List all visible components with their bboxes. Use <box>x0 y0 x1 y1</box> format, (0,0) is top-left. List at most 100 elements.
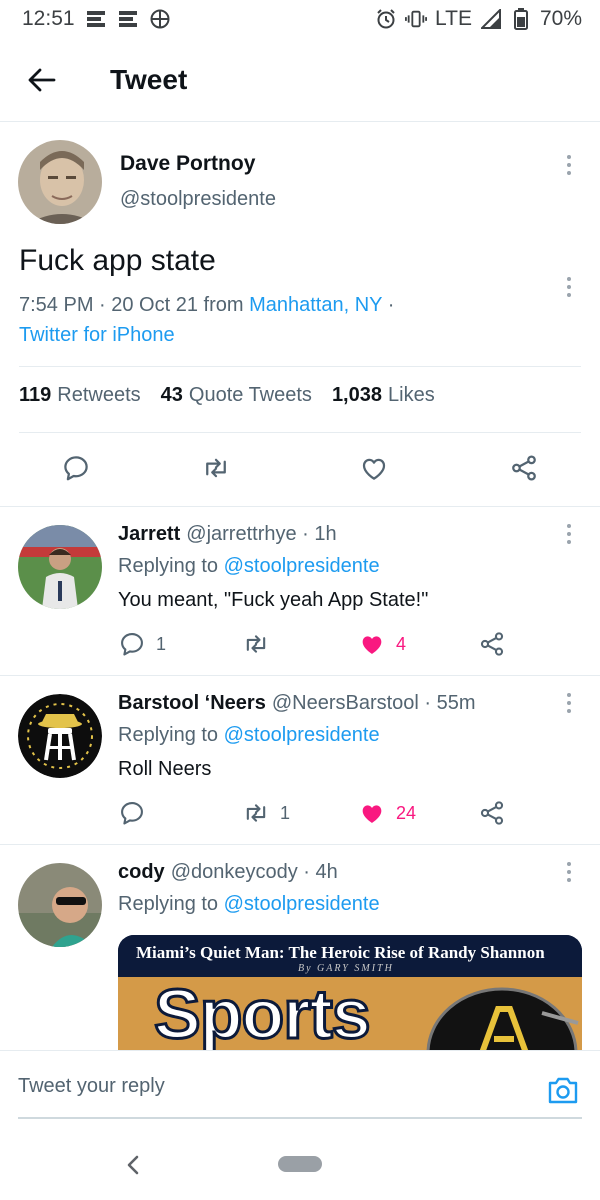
likes-label: Likes <box>388 384 435 406</box>
nav-back-button[interactable] <box>118 1150 148 1180</box>
like-button[interactable]: 24 <box>358 798 416 828</box>
battery-icon <box>510 8 532 30</box>
reply-composer: Tweet your reply <box>0 1050 600 1120</box>
reply-header: cody @donkeycody · 4h <box>118 861 338 884</box>
more-button[interactable] <box>554 519 584 549</box>
reply-button[interactable]: 1 <box>118 629 166 659</box>
replying-to-prefix: Replying to <box>118 555 224 577</box>
reply-author-name[interactable]: Jarrett <box>118 523 180 545</box>
reply-tweet[interactable]: Jarrett @jarrettrhye · 1h Replying to @st… <box>0 507 600 676</box>
reply-icon <box>121 802 143 825</box>
media-image[interactable]: Miami’s Quiet Man: The Heroic Rise of Ra… <box>118 935 582 1050</box>
app-header: Tweet <box>0 38 600 122</box>
status-time: 12:51 <box>22 7 75 30</box>
more-icon-dot <box>567 285 571 289</box>
tweet-timestamp: 7:54 PM · 20 Oct 21 from <box>19 294 250 316</box>
share-button[interactable] <box>504 448 544 488</box>
network-type: LTE <box>435 7 472 30</box>
back-arrow-icon <box>28 68 56 91</box>
replying-to-link[interactable]: @stoolpresidente <box>224 893 380 915</box>
divider <box>19 366 581 367</box>
chevron-left-icon <box>127 1155 139 1175</box>
avatar[interactable] <box>18 525 102 609</box>
quotes-stat[interactable]: 43 Quote Tweets <box>161 384 312 407</box>
vibrate-icon <box>405 8 427 30</box>
reply-author-name[interactable]: cody <box>118 861 165 883</box>
tweet-stats: 119 Retweets 43 Quote Tweets 1,038 Likes <box>19 384 435 407</box>
more-icon-dot <box>567 532 571 536</box>
share-button[interactable] <box>478 798 506 828</box>
more-icon-dot <box>567 540 571 544</box>
replying-to-link[interactable]: @stoolpresidente <box>224 724 380 746</box>
tweet-text: Fuck app state <box>19 244 216 277</box>
reply-icon <box>121 633 143 656</box>
retweet-button[interactable] <box>196 448 236 488</box>
more-icon <box>567 862 571 866</box>
reply-handle-time: @jarrettrhye · 1h <box>186 523 337 545</box>
retweet-button[interactable]: 1 <box>242 798 290 828</box>
more-icon-dot <box>567 171 571 175</box>
retweet-icon <box>246 804 266 822</box>
camera-button[interactable] <box>546 1073 580 1107</box>
likes-stat[interactable]: 1,038 Likes <box>332 384 435 407</box>
page-title: Tweet <box>110 63 188 95</box>
share-icon <box>480 801 504 825</box>
reply-icon <box>64 456 88 481</box>
reply-tweet[interactable]: cody @donkeycody · 4h Replying to @stoolp… <box>0 845 600 1050</box>
more-icon-dot <box>567 878 571 882</box>
reply-text: You meant, "Fuck yeah App State!" <box>118 589 429 611</box>
more-icon-dot <box>567 163 571 167</box>
reply-button[interactable] <box>118 798 156 828</box>
more-icon-dot <box>567 870 571 874</box>
like-icon <box>362 805 382 823</box>
share-button[interactable] <box>478 629 506 659</box>
reply-tweet[interactable]: Barstool ‘Neers @NeersBarstool · 55m Repl… <box>0 676 600 845</box>
more-button[interactable] <box>554 857 584 887</box>
reply-author-name[interactable]: Barstool ‘Neers <box>118 692 266 714</box>
retweet-count: 1 <box>280 802 291 823</box>
like-icon <box>362 636 382 654</box>
reply-button[interactable] <box>56 448 96 488</box>
basketball-icon <box>149 8 171 30</box>
more-button[interactable] <box>554 688 584 718</box>
avatar[interactable] <box>18 140 102 224</box>
replying-to: Replying to @stoolpresidente <box>118 893 380 916</box>
reply-text: Roll Neers <box>118 758 212 780</box>
alarm-icon <box>375 8 397 30</box>
espn-icon <box>85 8 107 30</box>
main-tweet: Dave Portnoy @stoolpresidente Fuck app s… <box>0 122 600 507</box>
reply-header: Barstool ‘Neers @NeersBarstool · 55m <box>118 692 476 715</box>
more-button[interactable] <box>554 150 584 180</box>
avatar[interactable] <box>18 694 102 778</box>
author-name[interactable]: Dave Portnoy <box>120 152 255 176</box>
media-headline-text: Miami’s Quiet Man: The Heroic Rise of Ra… <box>136 943 545 962</box>
like-button[interactable] <box>354 448 394 488</box>
like-button[interactable]: 4 <box>358 629 406 659</box>
tweet-actions <box>0 448 600 488</box>
replying-to-prefix: Replying to <box>118 724 224 746</box>
tweet-meta: 7:54 PM · 20 Oct 21 from Manhattan, NY ·… <box>19 290 579 350</box>
retweets-stat[interactable]: 119 Retweets <box>19 384 141 407</box>
replying-to-link[interactable]: @stoolpresidente <box>224 555 380 577</box>
tweet-location-link[interactable]: Manhattan, NY <box>249 294 382 316</box>
reply-handle-time: @NeersBarstool · 55m <box>271 692 476 714</box>
retweet-button[interactable] <box>242 629 280 659</box>
reply-handle-time: @donkeycody · 4h <box>170 861 338 883</box>
status-bar: 12:51 LTE 70% <box>0 0 600 38</box>
like-icon <box>362 458 386 480</box>
reply-input[interactable]: Tweet your reply <box>18 1075 165 1098</box>
author-handle[interactable]: @stoolpresidente <box>120 188 276 211</box>
avatar[interactable] <box>18 863 102 947</box>
reply-header: Jarrett @jarrettrhye · 1h <box>118 523 337 546</box>
more-icon <box>567 155 571 159</box>
back-button[interactable] <box>20 58 64 102</box>
more-icon <box>567 277 571 281</box>
replying-to-prefix: Replying to <box>118 893 224 915</box>
helmet-graphic <box>426 987 579 1050</box>
more-icon <box>567 693 571 697</box>
system-nav-bar <box>0 1128 600 1200</box>
nav-home-pill[interactable] <box>278 1156 322 1172</box>
tweet-client-link[interactable]: Twitter for iPhone <box>19 324 175 346</box>
reply-input-underline <box>18 1117 582 1119</box>
battery-level: 70% <box>539 7 582 30</box>
